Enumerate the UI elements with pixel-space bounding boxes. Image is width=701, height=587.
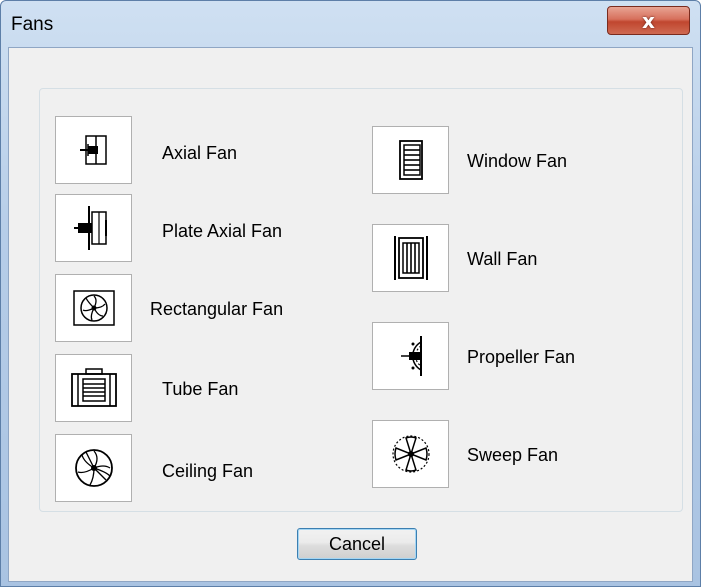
propeller-fan-icon [400,336,422,376]
close-button[interactable]: x [607,6,690,35]
dialog-body: Axial Fan Plate Axial Fan Rectangular Fa… [8,47,693,582]
propeller-fan-label: Propeller Fan [467,347,576,367]
cancel-button[interactable]: Cancel [297,528,417,560]
title-bar[interactable]: Fans x [1,1,700,47]
rectangular-fan-label: Rectangular Fan [150,299,284,319]
close-icon: x [642,8,655,33]
tube-fan-label: Tube Fan [162,379,239,399]
sweep-fan-button[interactable] [372,420,449,488]
sweep-fan-label: Sweep Fan [467,445,559,465]
fan-options-group: Axial Fan Plate Axial Fan Rectangular Fa… [39,88,683,512]
dialog-title: Fans [11,14,54,35]
ceiling-fan-button[interactable] [55,434,132,502]
tube-fan-button[interactable] [55,354,132,422]
rectangular-fan-icon [72,290,115,326]
wall-fan-icon [393,236,428,280]
tube-fan-icon [70,368,117,407]
window-fan-icon [398,140,423,180]
rectangular-fan-button[interactable] [55,274,132,342]
propeller-fan-button[interactable] [372,322,449,390]
plate-axial-fan-button[interactable] [55,194,132,262]
sweep-fan-icon [391,435,430,473]
wall-fan-button[interactable] [372,224,449,292]
ceiling-fan-label: Ceiling Fan [162,461,254,481]
window-fan-button[interactable] [372,126,449,194]
plate-axial-fan-label: Plate Axial Fan [162,221,283,241]
axial-fan-label: Axial Fan [162,143,238,163]
fans-dialog: Fans x Axial Fan Plate Axial Fan Rectang… [0,0,701,587]
plate-axial-fan-icon [73,206,107,250]
ceiling-fan-icon [74,449,113,487]
axial-fan-icon [79,135,107,165]
window-fan-label: Window Fan [467,151,568,171]
axial-fan-button[interactable] [55,116,132,184]
wall-fan-label: Wall Fan [467,249,538,269]
